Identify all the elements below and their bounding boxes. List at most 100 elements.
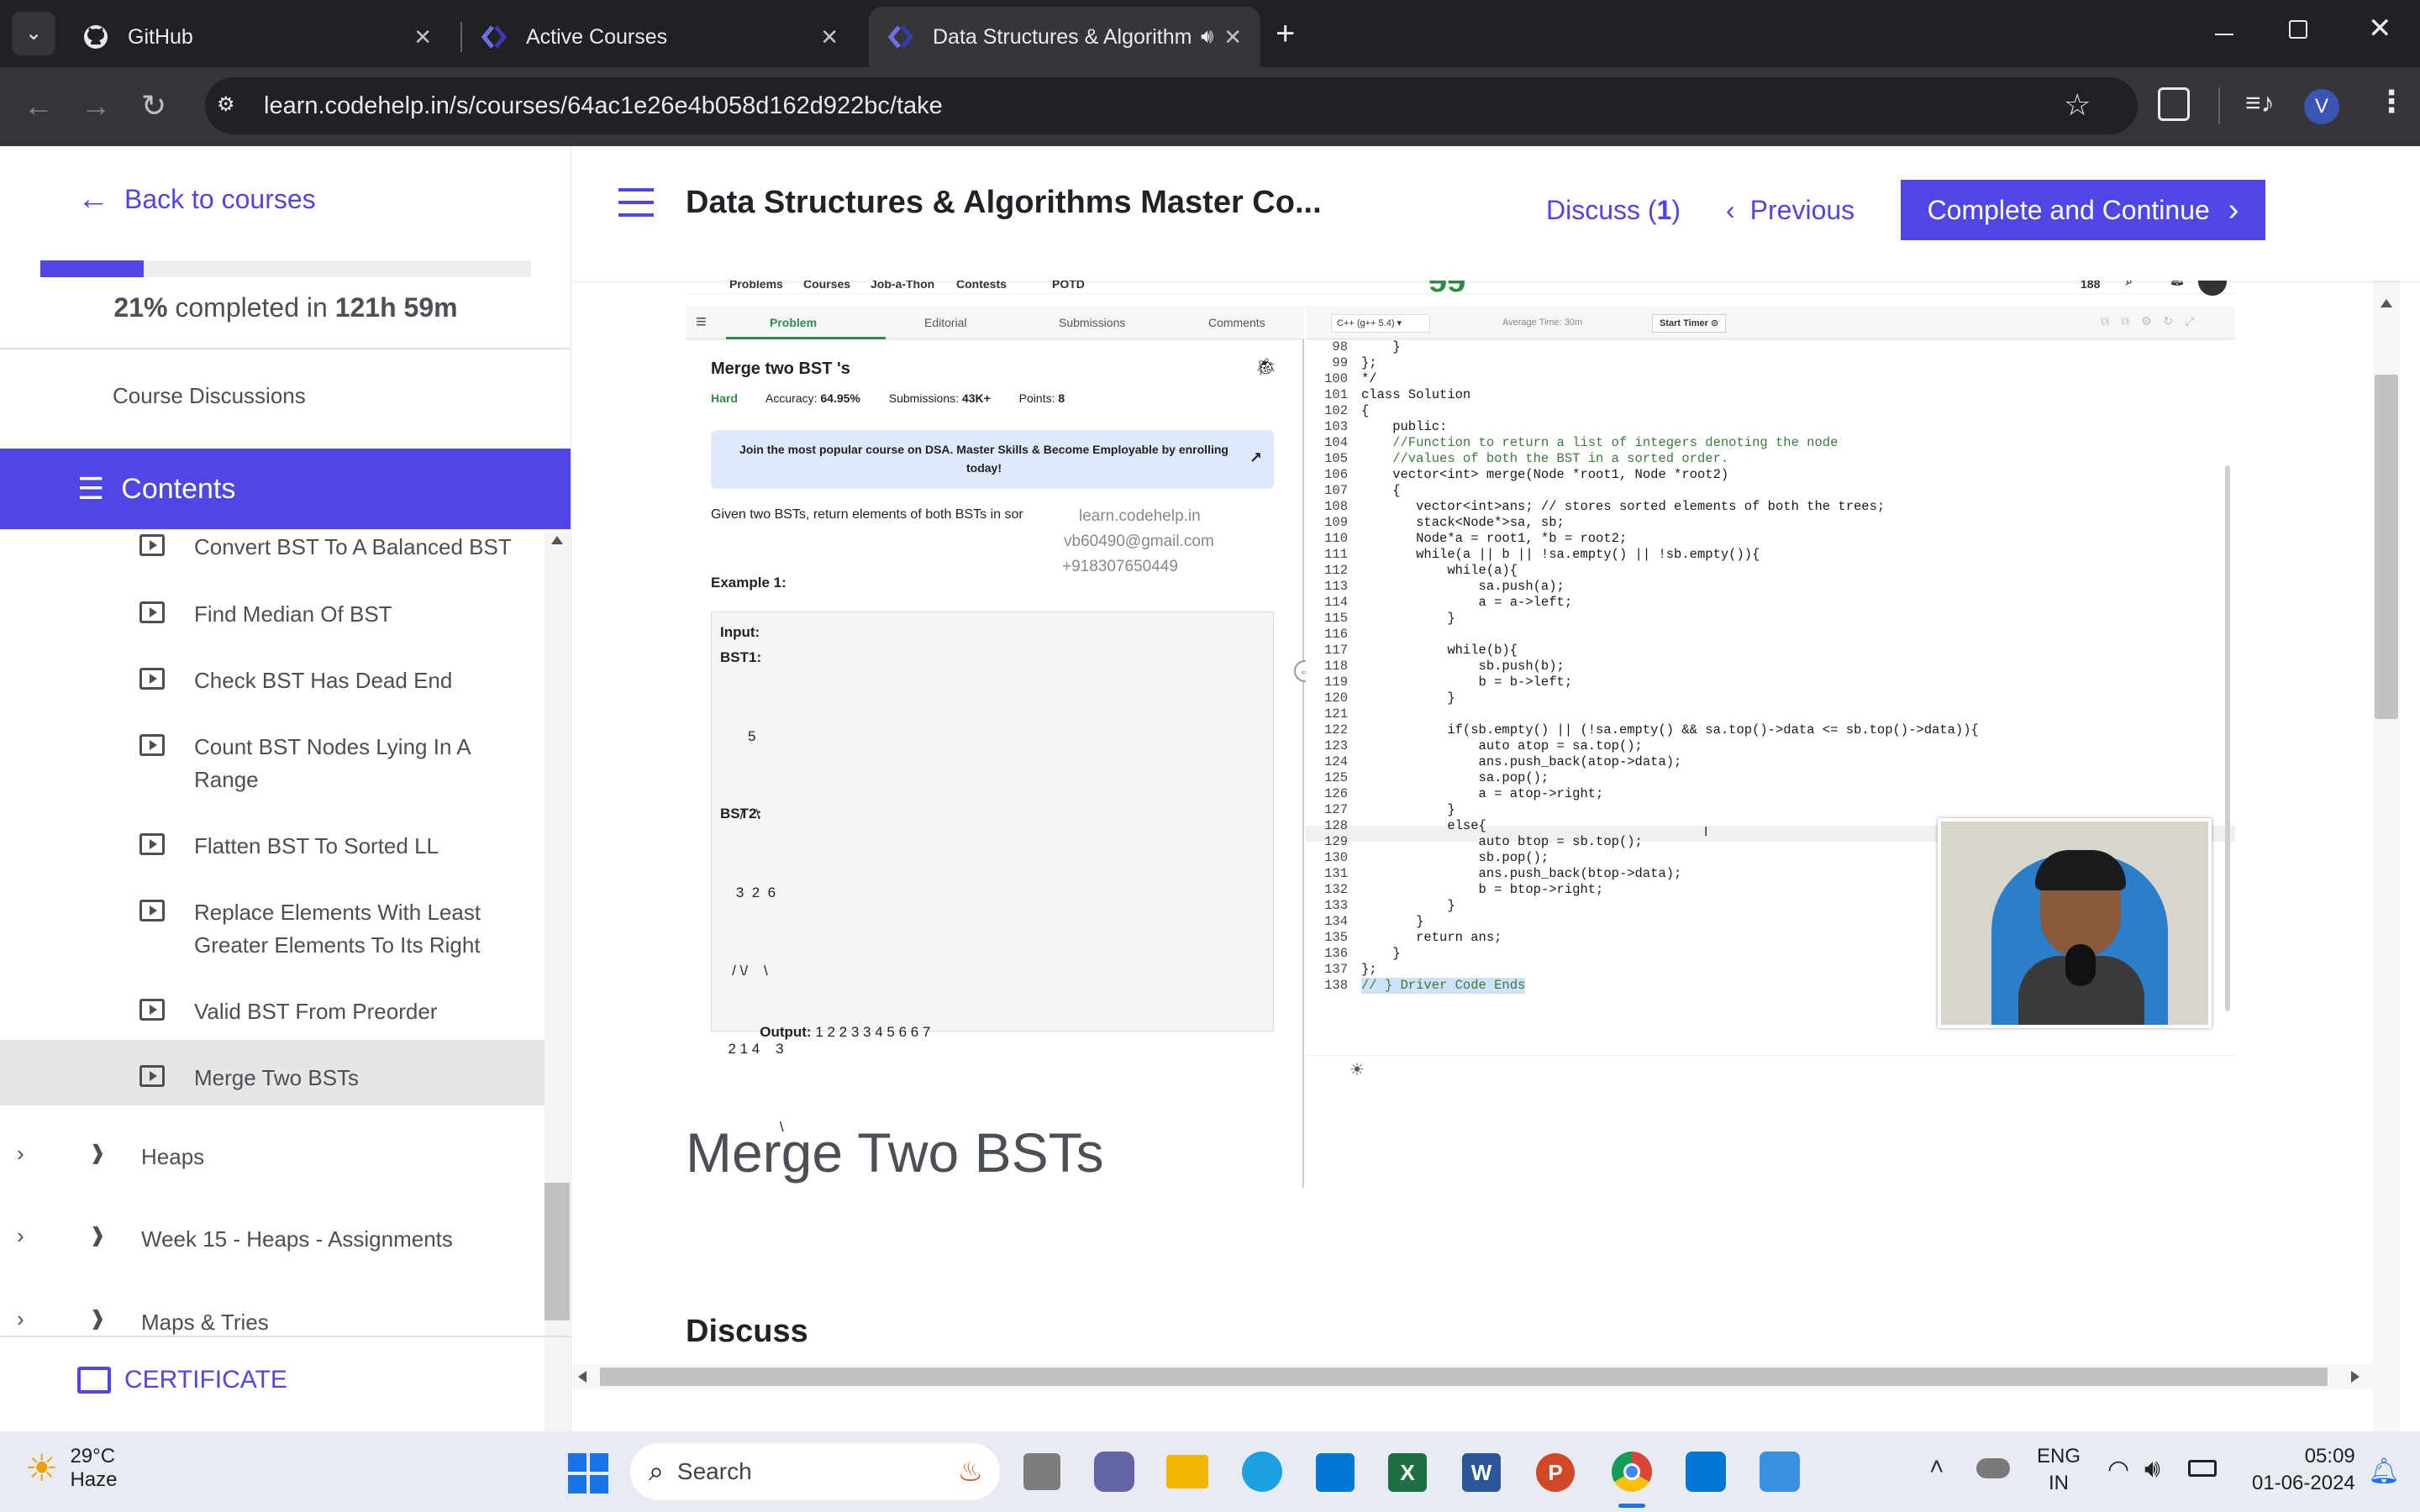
scroll-up-arrow[interactable] (2381, 299, 2392, 307)
course-promo-banner: Join the most popular course on DSA. Mas… (711, 430, 1274, 489)
browser-tab-dsa-course[interactable]: Data Structures & Algorithm 🔊︎ ✕ (869, 7, 1260, 67)
section-bookmark-icon: ❱ (89, 1307, 107, 1330)
discuss-button[interactable]: Discuss (1) (1546, 195, 1681, 226)
close-tab-icon[interactable]: ✕ (1223, 24, 1242, 50)
lesson-item[interactable]: Find Median Of BST (0, 598, 558, 632)
code-line: ans.push_back(atop->data); (1361, 754, 1682, 769)
lesson-item[interactable]: Flatten BST To Sorted LL (0, 830, 558, 864)
tab-search-button[interactable]: ⌄ (12, 12, 55, 55)
banner-text: Join the most popular course on DSA. Mas… (739, 443, 1228, 475)
new-tab-button[interactable]: + (1276, 15, 1295, 52)
excel-icon[interactable]: X (1388, 1453, 1427, 1492)
teams-icon[interactable] (1094, 1452, 1134, 1492)
language-indicator[interactable]: ENG IN (2037, 1443, 2081, 1497)
lesson-item[interactable]: Check BST Has Dead End (0, 664, 558, 698)
task-view-icon[interactable] (1023, 1453, 1060, 1490)
progress-text: completed in (167, 292, 335, 323)
scroll-right-arrow[interactable] (2351, 1371, 2360, 1383)
lesson-title: Replace Elements With Least Greater Elem… (194, 900, 481, 958)
word-icon[interactable]: W (1462, 1453, 1501, 1492)
complete-and-continue-button[interactable]: Complete and Continue › (1901, 180, 2265, 240)
vscode-icon[interactable] (1686, 1452, 1726, 1492)
line-number: 123 (1324, 738, 1348, 753)
notification-bell-icon[interactable]: 🔔︎ (2368, 1457, 2400, 1486)
speaker-icon[interactable]: 🔊︎ (1201, 25, 1213, 49)
chrome-menu-icon[interactable]: ⋮ (2376, 84, 2407, 119)
address-bar[interactable]: ⚙︎ learn.codehelp.in/s/courses/64ac1e26e… (205, 77, 2138, 134)
restore-button[interactable] (2289, 20, 2307, 39)
file-explorer-icon[interactable] (1166, 1455, 1208, 1488)
volume-icon[interactable]: 🔊︎ (2144, 1455, 2160, 1483)
code-line: while(b){ (1361, 643, 1518, 658)
lesson-item[interactable]: Replace Elements With Least Greater Elem… (0, 896, 558, 963)
section-maps-tries[interactable]: › ❱ Maps & Tries (0, 1301, 558, 1352)
back-icon[interactable]: ← (24, 91, 54, 121)
line-number: 107 (1324, 483, 1348, 498)
onedrive-icon[interactable] (1976, 1458, 2010, 1478)
gfg-problem-pane: Merge two BST 's 🐞︎ Hard Accuracy: 64.95… (686, 339, 1304, 1188)
section-heaps[interactable]: › ❱ Heaps (0, 1136, 558, 1186)
taskbar-search[interactable]: ⌕ Search ♨ (630, 1443, 1000, 1500)
scroll-left-arrow[interactable] (578, 1371, 587, 1383)
horizontal-scrollbar[interactable] (571, 1364, 2373, 1389)
clock[interactable]: 05:09 01-06-2024 (2252, 1443, 2355, 1497)
line-number: 104 (1324, 435, 1348, 450)
back-to-courses-link[interactable]: ← Back to courses (77, 181, 316, 218)
page-scrollbar[interactable] (2373, 281, 2400, 1431)
lesson-item[interactable]: Valid BST From Preorder (0, 995, 558, 1029)
site-info-icon[interactable]: ⚙︎ (217, 92, 245, 121)
line-number: 117 (1324, 643, 1348, 658)
bookmark-star-icon[interactable]: ☆ (2064, 87, 2091, 123)
list-icon: ☰ (77, 471, 105, 506)
edge-icon[interactable] (1242, 1452, 1282, 1492)
certificate-link[interactable]: CERTIFICATE (77, 1366, 287, 1394)
lesson-item[interactable]: Count BST Nodes Lying In A Range (0, 731, 558, 798)
section-bookmark-icon: ❱ (89, 1224, 107, 1247)
profile-avatar[interactable]: V (2304, 89, 2339, 124)
store-icon[interactable] (1316, 1453, 1355, 1492)
close-window-button[interactable]: ✕ (2368, 12, 2392, 45)
section-week-15[interactable]: › ❱ Week 15 - Heaps - Assignments (0, 1218, 558, 1268)
chrome-icon[interactable] (1612, 1452, 1652, 1492)
scrollbar-thumb[interactable] (600, 1368, 2328, 1386)
scrollbar-thumb[interactable] (544, 1183, 570, 1320)
problem-meta: Hard Accuracy: 64.95% Submissions: 43K+ … (711, 391, 1065, 405)
previous-button[interactable]: ‹ Previous (1726, 195, 1854, 226)
media-control-icon[interactable]: ≡♪ (2245, 87, 2275, 118)
extensions-icon[interactable] (2158, 87, 2190, 121)
windows-logo-pane (568, 1475, 587, 1494)
show-hidden-icons[interactable]: ˄ (1929, 1453, 1944, 1482)
course-discussions-link[interactable]: Course Discussions (113, 383, 306, 409)
browser-tab-active-courses[interactable]: Active Courses ✕ (462, 7, 857, 67)
powerpoint-icon[interactable]: P (1536, 1453, 1575, 1492)
codehelp-icon (481, 25, 508, 49)
minimize-button[interactable] (2210, 12, 2240, 45)
start-button[interactable] (568, 1453, 608, 1494)
weather-widget[interactable]: ☀︎ 29°C Haze (25, 1445, 117, 1492)
hamburger-menu-icon[interactable] (618, 188, 654, 217)
bug-icon: 🐞︎ (1255, 358, 1277, 376)
wifi-icon[interactable]: ◠ (2107, 1455, 2129, 1484)
photos-icon[interactable] (1760, 1452, 1800, 1492)
battery-icon[interactable] (2188, 1460, 2217, 1477)
close-tab-icon[interactable]: ✕ (413, 24, 432, 50)
search-icon: ⌕ (649, 1456, 664, 1486)
scroll-up-arrow[interactable] (551, 536, 563, 544)
lesson-item[interactable]: Convert BST To A Balanced BST (0, 531, 558, 564)
lesson-video-frame[interactable]: Problems Courses Job-a-Thon Contests POT… (686, 269, 2235, 1188)
section-title: Maps & Tries (141, 1310, 269, 1335)
contents-header[interactable]: ☰ Contents (0, 449, 571, 529)
close-tab-icon[interactable]: ✕ (820, 24, 839, 50)
scrollbar-thumb[interactable] (2375, 375, 2398, 719)
browser-tab-github[interactable]: GitHub ✕ (64, 7, 450, 67)
points-label: Points: (1018, 391, 1059, 405)
reload-icon[interactable]: ↻ (141, 91, 166, 121)
line-number: 136 (1324, 946, 1348, 961)
forward-icon[interactable]: → (81, 91, 111, 121)
progress-track (40, 260, 531, 277)
sidebar-scrollbar[interactable] (544, 533, 570, 1431)
lesson-item-current[interactable]: Merge Two BSTs (0, 1062, 558, 1095)
gfg-problem-tabs: ≡ Problem Editorial Submissions Comments (686, 306, 1304, 339)
line-number: 135 (1324, 930, 1348, 945)
progress-time: 121h 59m (334, 292, 458, 323)
